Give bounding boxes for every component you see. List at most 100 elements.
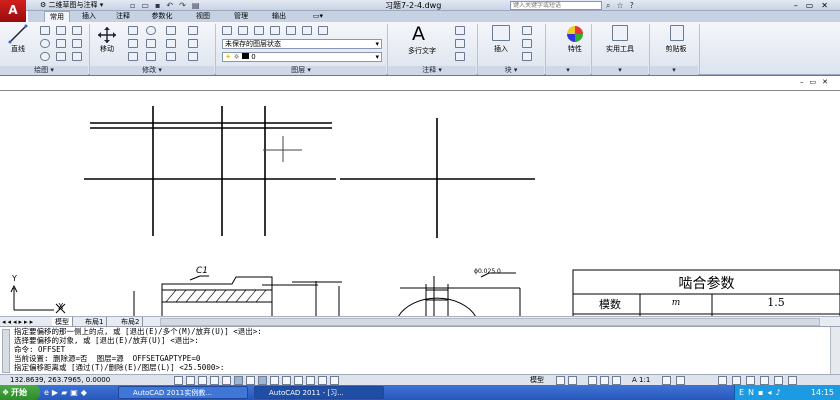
tab-view[interactable]: 视图 [190, 11, 216, 22]
vertical-scrollbar[interactable] [830, 327, 840, 375]
desktop-icon[interactable]: ▣ [70, 388, 81, 397]
join-icon[interactable] [188, 52, 198, 61]
object-snap-tracking-icon[interactable] [258, 376, 267, 385]
rotate-icon[interactable] [146, 26, 156, 35]
polar-tracking-icon[interactable] [222, 376, 231, 385]
layer-icon[interactable] [318, 26, 328, 35]
command-prompt[interactable]: 指定偏移距离或 [通过(T)/删除(E)/图层(L)] <25.5000>: [14, 364, 224, 372]
tab-annotate[interactable]: 注释 [110, 11, 136, 22]
hatch-icon[interactable] [56, 39, 66, 48]
region-icon[interactable] [72, 39, 82, 48]
steering-wheel-icon[interactable] [612, 376, 621, 385]
clipboard-panel-label[interactable]: ▾ [650, 66, 698, 75]
tab-manage[interactable]: 管理 [228, 11, 254, 22]
layers-panel-label[interactable]: 图层 ▾ [216, 66, 386, 75]
insert-button[interactable]: 插入 [488, 44, 514, 54]
lineweight-icon[interactable] [294, 376, 303, 385]
layer-state-dropdown[interactable]: 未保存的图层状态 ▾ [222, 39, 382, 49]
properties-icon[interactable] [566, 25, 584, 43]
print-icon[interactable]: ▤ [192, 1, 206, 10]
zoom-icon[interactable] [600, 376, 609, 385]
infer-constraints-icon[interactable] [174, 376, 183, 385]
undo-icon[interactable]: ↶ [166, 1, 179, 10]
multiline-text-button[interactable]: 多行文字 [400, 46, 444, 56]
new-icon[interactable]: ▫ [130, 1, 141, 10]
mirror-icon[interactable] [128, 52, 138, 61]
horizontal-scrollbar[interactable] [160, 318, 820, 326]
minimize-icon[interactable]: – [794, 1, 806, 10]
copy-icon[interactable] [128, 26, 138, 35]
circle-icon[interactable] [40, 39, 50, 48]
arc-icon[interactable] [40, 52, 50, 61]
text-icon[interactable]: A [412, 23, 425, 45]
pan-icon[interactable] [588, 376, 597, 385]
lock-icon[interactable] [732, 376, 741, 385]
folder-icon[interactable]: ▰ [61, 388, 70, 397]
table-icon[interactable] [455, 52, 465, 61]
workspace-switcher[interactable]: ⚙ 二维草图与注释 ▾ [40, 1, 103, 10]
layer-icon[interactable] [286, 26, 296, 35]
drawing-canvas[interactable]: –▭✕ C1 ϕ0.025 0 Y X 啮合参数 模数 m 1.5 [0, 75, 840, 317]
layer-icon[interactable] [302, 26, 312, 35]
insert-icon[interactable] [492, 25, 510, 41]
transparency-icon[interactable] [306, 376, 315, 385]
tray-icons[interactable]: EN▪◂♪ [739, 387, 785, 398]
draw-more-icon[interactable] [72, 26, 82, 35]
tab-home[interactable]: 常用 [44, 11, 70, 22]
search-input[interactable]: 键入关键字或短语 [510, 1, 602, 10]
dynamic-ucs-icon[interactable] [270, 376, 279, 385]
object-snap-icon[interactable] [234, 376, 243, 385]
tab-parametric[interactable]: 参数化 [144, 11, 180, 22]
offset-icon[interactable] [188, 26, 198, 35]
taskbar-item-autocad[interactable]: AutoCAD 2011 - [习... [254, 386, 384, 399]
layer-properties-icon[interactable] [222, 26, 232, 35]
create-block-icon[interactable] [522, 26, 532, 35]
selection-cycling-icon[interactable] [330, 376, 339, 385]
block-panel-label[interactable]: 块 ▾ [478, 66, 544, 75]
application-menu-button[interactable]: A [0, 0, 26, 22]
media-icon[interactable]: ▶ [52, 388, 61, 397]
clipboard-icon[interactable] [670, 25, 684, 41]
edit-block-icon[interactable] [522, 39, 532, 48]
command-window[interactable]: 指定要偏移的那一侧上的点, 或 [退出(E)/多个(M)/放弃(U)] <退出>… [0, 326, 840, 375]
hardware-acceleration-icon[interactable] [746, 376, 755, 385]
ortho-mode-icon[interactable] [210, 376, 219, 385]
trim-icon[interactable] [166, 26, 176, 35]
layer-dropdown[interactable]: ☀ ☼ 0 ▾ [222, 52, 382, 62]
ellipse-icon[interactable] [56, 52, 66, 61]
start-button[interactable]: ❖ 开始 [0, 385, 40, 400]
utilities-panel-label[interactable]: ▾ [592, 66, 648, 75]
draw-panel-label[interactable]: 绘图 ▾ [0, 66, 88, 75]
line-button[interactable]: 直线 [6, 44, 30, 54]
quick-view-drawings-icon[interactable] [568, 376, 577, 385]
snap-mode-icon[interactable] [186, 376, 195, 385]
redo-icon[interactable]: ↷ [179, 1, 192, 10]
isolate-objects-icon[interactable] [760, 376, 769, 385]
utilities-icon[interactable] [612, 25, 628, 41]
polyline-icon[interactable] [40, 26, 50, 35]
move-icon[interactable] [97, 26, 117, 44]
help-icon[interactable]: ? [630, 1, 640, 10]
stretch-icon[interactable] [128, 39, 138, 48]
boundary-icon[interactable] [72, 52, 82, 61]
properties-button[interactable]: 特性 [560, 44, 590, 54]
close-icon[interactable]: ✕ [821, 1, 836, 10]
layer-icon[interactable] [238, 26, 248, 35]
auto-scale-icon[interactable] [676, 376, 685, 385]
erase-icon[interactable] [166, 52, 176, 61]
ribbon-options-icon[interactable]: ▭▾ [308, 11, 328, 22]
grid-display-icon[interactable] [198, 376, 207, 385]
clean-screen-icon[interactable] [788, 376, 797, 385]
taskbar-item-word[interactable]: AutoCAD 2011实例教... [118, 386, 248, 399]
save-icon[interactable]: ▪ [155, 1, 166, 10]
ie-icon[interactable]: e [44, 388, 52, 397]
quick-view-layouts-icon[interactable] [556, 376, 565, 385]
move-button[interactable]: 移动 [94, 44, 120, 54]
utilities-button[interactable]: 实用工具 [602, 44, 638, 54]
leader-icon[interactable] [455, 39, 465, 48]
array-icon[interactable] [146, 52, 156, 61]
edit-attributes-icon[interactable] [522, 52, 532, 61]
app-icon[interactable]: ◆ [81, 388, 90, 397]
tab-output[interactable]: 输出 [266, 11, 292, 22]
status-bar-menu-icon[interactable] [774, 376, 783, 385]
